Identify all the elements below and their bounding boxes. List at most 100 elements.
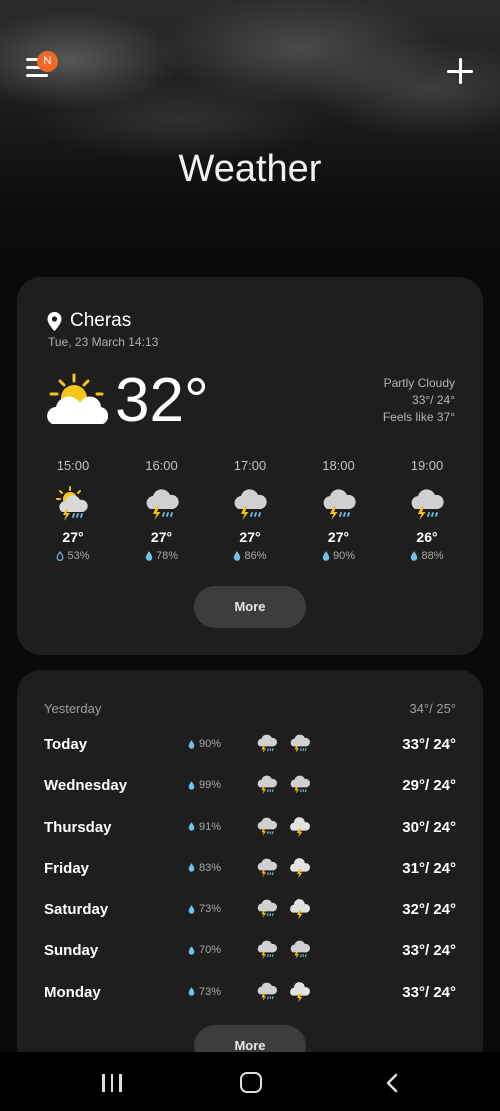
hour-item: 18:00 27° 90% (295, 458, 383, 562)
thunder-icon (288, 897, 312, 921)
thunder-rain-icon (255, 938, 279, 962)
rain-drop-outline-icon (56, 551, 64, 561)
day-temps: 33°/ 24° (402, 983, 456, 1001)
day-rain-value: 99% (199, 779, 222, 792)
day-rain-value: 91% (199, 820, 222, 833)
hourly-more-button[interactable]: More (194, 586, 306, 628)
sun-thunder-rain-icon (53, 485, 93, 525)
rain-drop-icon (188, 905, 195, 914)
day-rain: 83% (188, 862, 221, 874)
rain-drop-icon (188, 863, 195, 872)
hour-item: 15:00 27° 53% (29, 458, 117, 562)
day-temps: 29°/ 24° (402, 777, 456, 795)
rain-drop-icon (188, 781, 195, 790)
hour-time: 19:00 (410, 458, 444, 473)
rain-drop-icon (188, 740, 195, 749)
day-rain: 73% (188, 986, 221, 998)
home-icon[interactable] (240, 1072, 262, 1093)
rain-drop-icon (322, 551, 330, 561)
thunder-icon (288, 980, 312, 1004)
day-name: Thursday (44, 818, 112, 836)
add-location-button[interactable] (447, 58, 473, 84)
daily-row[interactable]: Monday 73% 33°/ 24° (44, 976, 456, 1017)
day-name: Friday (44, 859, 90, 877)
yesterday-label: Yesterday (44, 701, 102, 716)
thunder-rain-icon (142, 485, 182, 525)
hour-item: 19:00 26° 88% (383, 458, 471, 562)
hour-rain: 88% (383, 550, 471, 562)
rain-drop-icon (188, 987, 195, 996)
thunder-rain-icon (255, 773, 279, 797)
hour-temp: 26° (416, 529, 438, 545)
hour-time: 18:00 (322, 458, 355, 473)
hour-time: 17:00 (233, 458, 267, 473)
hour-temp: 27° (239, 529, 261, 545)
hour-item: 16:00 27° 78% (118, 458, 206, 562)
thunder-rain-icon (288, 938, 312, 962)
day-name: Wednesday (44, 777, 128, 795)
thunder-rain-icon (255, 897, 279, 921)
location-row: Cheras (47, 310, 131, 332)
hour-item: 17:00 27° 86% (206, 458, 294, 562)
daily-row[interactable]: Today 90% 33°/ 24° (44, 728, 456, 769)
day-rain: 99% (188, 779, 221, 791)
hour-rain-value: 86% (244, 550, 267, 562)
hour-rain-value: 53% (67, 550, 90, 562)
page-title: Weather (178, 148, 322, 190)
daily-row[interactable]: Saturday 73% 32°/ 24° (44, 893, 456, 934)
location-pin-icon (47, 311, 62, 331)
current-temperature: 32° (115, 366, 209, 435)
thunder-rain-icon (255, 732, 279, 756)
partly-cloudy-icon (47, 373, 108, 424)
yesterday-temps: 34°/ 25° (409, 701, 456, 716)
system-navigation-bar (0, 1052, 500, 1111)
recent-apps-line (110, 1074, 113, 1092)
day-rain-value: 83% (199, 861, 222, 874)
condition-text: Partly Cloudy (383, 376, 455, 390)
recent-apps-icon[interactable] (101, 1074, 123, 1092)
thunder-rain-icon (230, 485, 270, 525)
hour-rain-value: 78% (155, 550, 179, 562)
daily-row[interactable]: Sunday 70% 33°/ 24° (44, 934, 456, 975)
thunder-rain-icon (288, 773, 312, 797)
hour-rain-value: 88% (421, 550, 444, 562)
day-temps: 31°/ 24° (402, 859, 456, 877)
high-low-text: 33°/ 24° (412, 393, 455, 407)
day-rain-value: 90% (199, 738, 222, 750)
daily-forecast-card[interactable]: Yesterday 34°/ 25° Today 90% 33°/ 24° We… (17, 670, 483, 1070)
thunder-icon (288, 815, 312, 839)
daily-row[interactable]: Friday 83% 31°/ 24° (44, 852, 456, 893)
daily-row[interactable]: Thursday 91% 30°/ 24° (44, 811, 456, 852)
location-datetime: Tue, 23 March 14:13 (48, 335, 159, 349)
daily-row[interactable]: Wednesday 99% 29°/ 24° (44, 769, 456, 810)
thunder-rain-icon (288, 732, 312, 756)
hour-temp: 27° (62, 529, 84, 545)
recent-apps-line (119, 1074, 122, 1092)
day-rain: 70% (188, 944, 221, 956)
day-name: Monday (44, 983, 101, 1001)
day-rain-value: 73% (199, 985, 222, 998)
day-rain-value: 70% (199, 944, 222, 957)
back-icon[interactable] (384, 1073, 400, 1093)
thunder-rain-icon (255, 856, 279, 880)
day-temps: 32°/ 24° (402, 901, 456, 919)
location-name: Cheras (70, 310, 132, 331)
day-rain: 73% (188, 903, 221, 915)
hour-rain: 78% (118, 550, 206, 562)
thunder-rain-icon (255, 815, 279, 839)
day-rain: 90% (188, 738, 221, 750)
rain-drop-icon (233, 551, 241, 561)
rain-drop-icon (188, 946, 195, 955)
hourly-forecast[interactable]: 15:00 27° 53% 16:00 27° 78% 17:00 27° 86… (29, 458, 471, 562)
daily-list: Today 90% 33°/ 24° Wednesday 99% 29°/ 24… (44, 728, 456, 1017)
thunder-icon (288, 856, 312, 880)
day-temps: 33°/ 24° (402, 736, 456, 753)
notification-badge: N (37, 51, 58, 72)
hour-rain: 53% (29, 550, 117, 562)
hamburger-line (26, 74, 48, 77)
day-rain-value: 73% (199, 903, 222, 916)
day-name: Saturday (44, 901, 109, 919)
day-temps: 33°/ 24° (402, 942, 456, 960)
current-weather-card[interactable]: Cheras Tue, 23 March 14:13 32° Partly Cl… (17, 277, 483, 655)
thunder-rain-icon (255, 980, 279, 1004)
